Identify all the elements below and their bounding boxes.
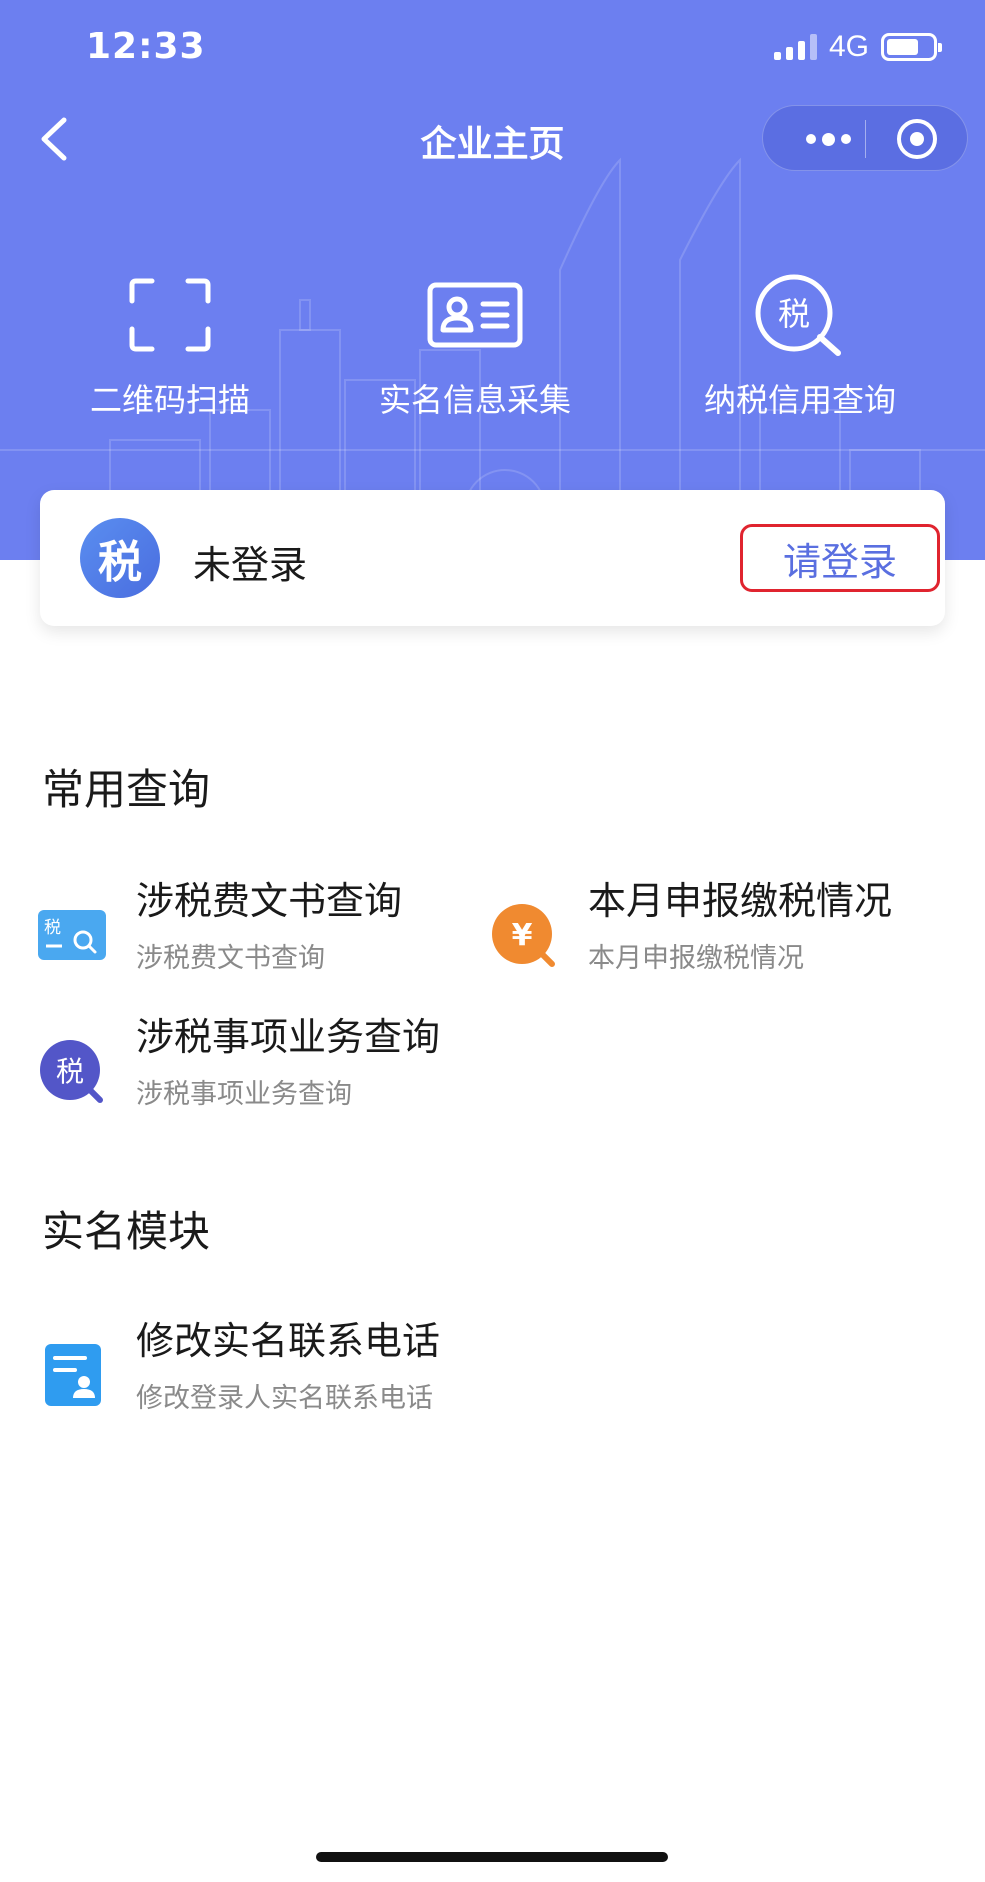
avatar: 税: [80, 518, 160, 598]
tax-credit-label: 纳税信用查询: [703, 381, 896, 419]
close-miniapp-icon[interactable]: [897, 119, 937, 159]
item-title: 涉税费文书查询: [136, 879, 403, 923]
more-icon[interactable]: [793, 106, 863, 172]
list-item-tax-documents[interactable]: 税 涉税费文书查询 涉税费文书查询: [38, 870, 458, 980]
tax-credit-action[interactable]: 税 纳税信用查询: [680, 274, 920, 421]
list-item-monthly-declaration[interactable]: ¥ 本月申报缴税情况 本月申报缴税情况: [490, 870, 960, 980]
svg-text:¥: ¥: [512, 918, 533, 953]
id-card-icon: [427, 282, 523, 348]
status-indicators: 4G: [773, 30, 942, 64]
tax-badge-icon: 税: [40, 1040, 103, 1103]
login-button[interactable]: 请登录: [740, 524, 940, 592]
tax-search-icon: 税: [755, 274, 841, 356]
realname-collect-action[interactable]: 实名信息采集: [355, 275, 595, 421]
item-subtitle: 涉税费文书查询: [136, 943, 325, 974]
miniapp-capsule: [762, 105, 968, 171]
network-type: 4G: [828, 30, 869, 63]
item-title: 修改实名联系电话: [136, 1319, 441, 1363]
svg-text:税: 税: [44, 918, 61, 938]
capsule-divider: [865, 120, 866, 158]
list-item-edit-phone[interactable]: 修改实名联系电话 修改登录人实名联系电话: [38, 1310, 508, 1420]
item-title: 涉税事项业务查询: [136, 1015, 441, 1059]
list-item-tax-matters[interactable]: 税 涉税事项业务查询 涉税事项业务查询: [38, 1006, 508, 1116]
qr-scan-icon: [129, 278, 211, 352]
contact-card-icon: [45, 1344, 101, 1406]
status-time: 12:33: [86, 26, 206, 67]
section-title-realname: 实名模块: [42, 1207, 211, 1256]
battery-icon: [881, 33, 942, 61]
signal-icon: [773, 34, 817, 60]
item-subtitle: 本月申报缴税情况: [588, 943, 804, 974]
section-title-common: 常用查询: [42, 765, 211, 814]
tax-glyph: 税: [778, 295, 810, 333]
home-indicator[interactable]: [316, 1852, 668, 1862]
item-subtitle: 修改登录人实名联系电话: [136, 1383, 433, 1414]
yuan-search-icon: ¥: [492, 904, 555, 967]
realname-collect-label: 实名信息采集: [378, 381, 571, 419]
item-subtitle: 涉税事项业务查询: [136, 1079, 352, 1110]
qr-scan-action[interactable]: 二维码扫描: [60, 275, 280, 421]
login-status: 未登录: [193, 543, 308, 587]
tax-search-icon: 税: [38, 910, 106, 960]
login-card: 税 未登录 请登录: [40, 490, 945, 626]
qr-scan-label: 二维码扫描: [89, 381, 250, 419]
item-title: 本月申报缴税情况: [588, 879, 893, 923]
svg-text:税: 税: [56, 1055, 84, 1088]
